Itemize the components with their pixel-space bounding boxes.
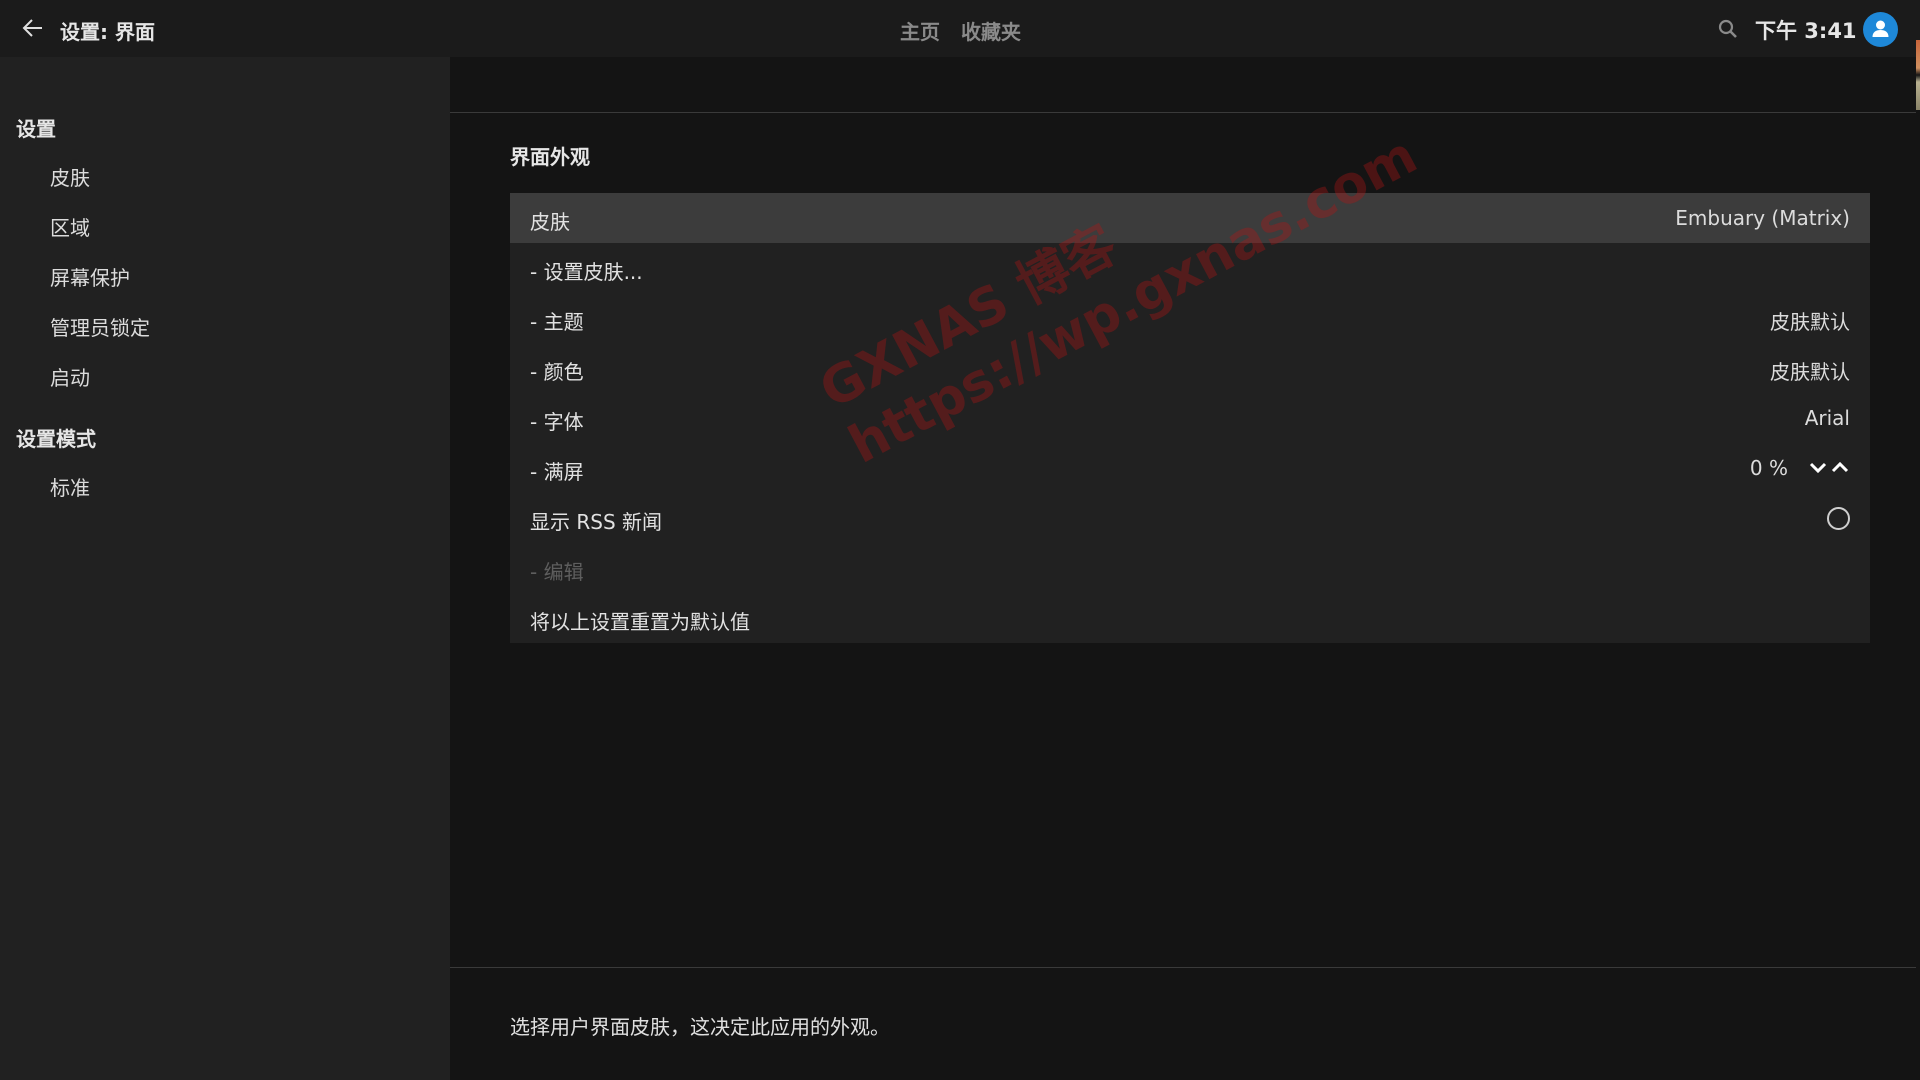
sidebar-item-standard[interactable]: 标准 [50,472,90,501]
main-panel: 界面外观 皮肤 Embuary (Matrix) - 设置皮肤... - 主题 … [450,57,1916,1080]
row-label: 将以上设置重置为默认值 [530,610,750,634]
row-label: 皮肤 [530,210,570,234]
row-label: - 颜色 [530,360,584,384]
nav-favourites[interactable]: 收藏夹 [961,16,1021,45]
zoom-value: 0 % [1749,456,1788,480]
sidebar-item-screensaver[interactable]: 屏幕保护 [50,262,130,291]
setting-row-edit: - 编辑 [510,543,1870,593]
row-label: - 设置皮肤... [530,260,643,284]
divider [450,967,1916,968]
divider [450,112,1916,113]
setting-row-skin[interactable]: 皮肤 Embuary (Matrix) [510,193,1870,243]
zoom-spinner [1808,457,1850,477]
row-label: - 编辑 [530,560,584,584]
rss-toggle-radio[interactable] [1827,507,1850,530]
row-label: - 字体 [530,410,584,434]
row-label: - 满屏 [530,460,584,484]
sidebar-item-region[interactable]: 区域 [50,212,90,241]
setting-row-font[interactable]: - 字体 Arial [510,393,1870,443]
setting-row-theme[interactable]: - 主题 皮肤默认 [510,293,1870,343]
row-value: Arial [1804,406,1850,430]
sidebar-item-skin[interactable]: 皮肤 [50,162,90,191]
chevron-down-icon[interactable] [1808,457,1828,477]
page-title: 设置: 界面 [60,20,155,44]
row-label: 显示 RSS 新闻 [530,510,663,534]
setting-row-colours[interactable]: - 颜色 皮肤默认 [510,343,1870,393]
settings-list: 皮肤 Embuary (Matrix) - 设置皮肤... - 主题 皮肤默认 … [510,193,1870,643]
row-value: 皮肤默认 [1770,360,1850,384]
chevron-up-icon[interactable] [1830,457,1850,477]
user-avatar-button[interactable] [1863,12,1898,47]
setting-row-reset-defaults[interactable]: 将以上设置重置为默认值 [510,593,1870,643]
row-value: Embuary (Matrix) [1675,206,1850,230]
row-label: - 主题 [530,310,584,334]
top-bar: 设置: 界面 主页 收藏夹 下午 3:41 [0,0,1920,110]
back-arrow-icon[interactable] [20,15,46,41]
top-nav: 主页 收藏夹 [900,16,1021,45]
user-icon [1872,20,1889,37]
row-value: 皮肤默认 [1770,310,1850,334]
sidebar-item-startup[interactable]: 启动 [50,362,90,391]
sidebar-heading-settings-mode: 设置模式 [16,427,96,451]
clock: 下午 3:41 [1755,19,1857,43]
setting-row-show-rss[interactable]: 显示 RSS 新闻 [510,493,1870,543]
setting-row-zoom[interactable]: - 满屏 0 % [510,443,1870,493]
background-edge [1916,40,1920,110]
sidebar-heading-settings: 设置 [16,117,56,141]
setting-description: 选择用户界面皮肤，这决定此应用的外观。 [510,1015,890,1039]
section-title: 界面外观 [510,145,590,169]
sidebar-item-master-lock[interactable]: 管理员锁定 [50,312,150,341]
search-icon[interactable] [1716,17,1740,41]
sidebar: 设置 皮肤 区域 屏幕保护 管理员锁定 启动 设置模式 标准 [0,57,450,1080]
setting-row-configure-skin[interactable]: - 设置皮肤... [510,243,1870,293]
nav-home[interactable]: 主页 [900,16,940,45]
